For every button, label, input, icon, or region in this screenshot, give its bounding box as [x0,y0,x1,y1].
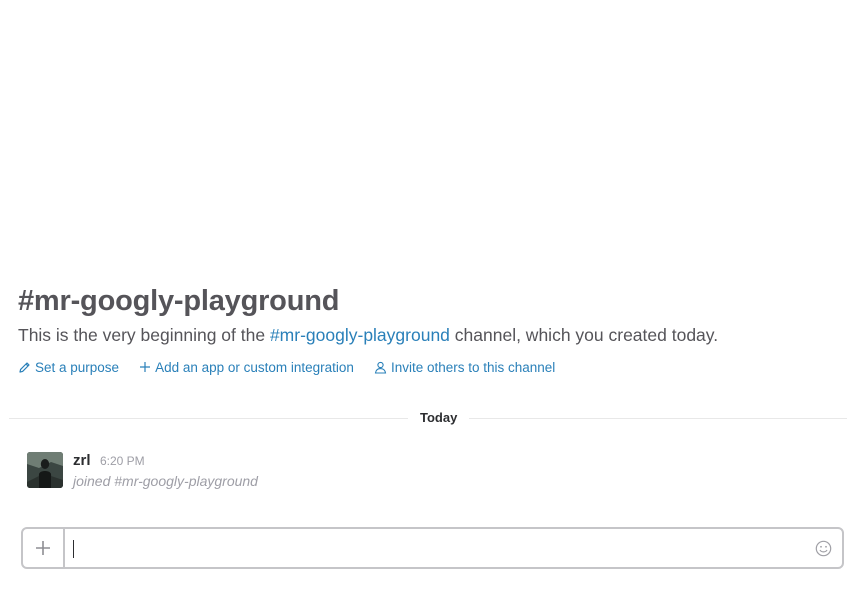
plus-icon [36,541,50,555]
avatar[interactable] [27,452,63,488]
emoji-button[interactable] [804,529,842,567]
text-cursor [73,540,74,558]
message-item: zrl 6:20 PM joined #mr-googly-playground [27,452,807,492]
add-app-button[interactable]: Add an app or custom integration [139,360,354,375]
day-divider-label: Today [408,409,470,427]
plus-icon [140,362,151,372]
add-app-label: Add an app or custom integration [155,359,354,375]
pencil-icon [19,361,30,373]
channel-link[interactable]: #mr-googly-playground [270,325,450,345]
channel-description: This is the very beginning of the #mr-go… [18,321,838,349]
set-purpose-button[interactable]: Set a purpose [18,360,119,375]
message-input[interactable] [65,529,804,567]
message-text: joined #mr-googly-playground [73,473,258,489]
channel-intro: #mr-googly-playground This is the very b… [18,282,838,377]
message-sender[interactable]: zrl [73,452,91,469]
intro-suffix: channel, which you created today. [449,325,719,345]
set-purpose-label: Set a purpose [35,359,120,375]
invite-others-button[interactable]: Invite others to this channel [374,360,555,375]
intro-prefix: This is the very beginning of the [18,325,270,345]
channel-actions: Set a purpose Add an app or custom integ… [18,357,838,377]
person-icon [374,361,387,374]
smiley-icon [815,540,831,556]
invite-others-label: Invite others to this channel [390,359,556,375]
channel-title: #mr-googly-playground [18,285,340,317]
message-composer [21,527,844,569]
attach-button[interactable] [23,529,65,567]
message-timestamp[interactable]: 6:20 PM [100,454,145,468]
message-body: zrl 6:20 PM joined #mr-googly-playground [73,452,258,491]
